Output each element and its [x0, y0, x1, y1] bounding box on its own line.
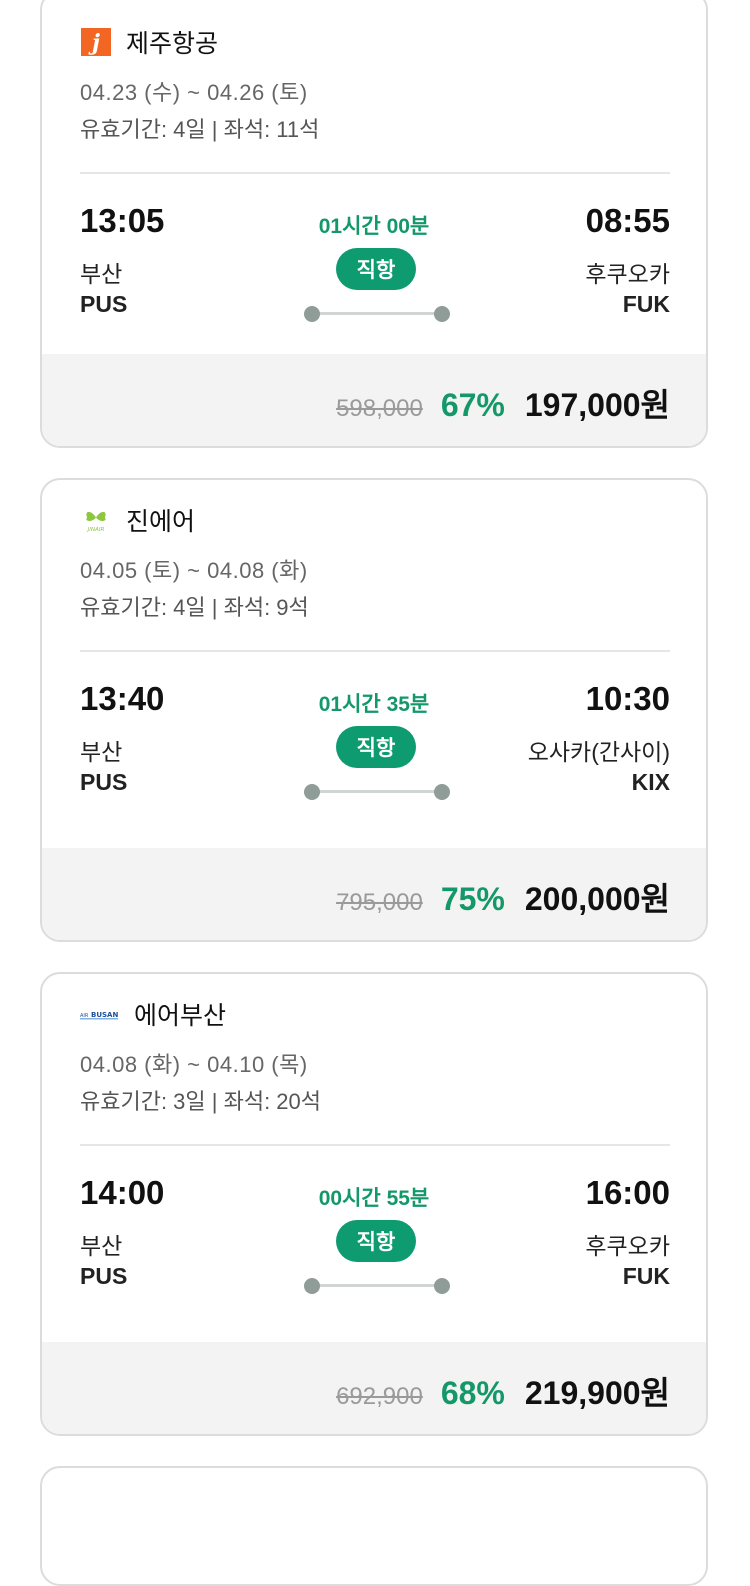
arrival-city: 오사카(간사이)	[527, 739, 670, 765]
arrival-code: KIX	[631, 769, 670, 795]
original-price: 598,000	[336, 395, 423, 422]
flight-card[interactable]	[40, 1466, 708, 1586]
airline-name: 진에어	[126, 508, 196, 536]
divider	[80, 172, 670, 174]
arrival-time: 16:00	[585, 1174, 670, 1211]
validity-seats: 유효기간: 4일 | 좌석: 11석	[80, 117, 320, 142]
discount-rate: 68%	[440, 1375, 505, 1411]
validity-seats: 유효기간: 4일 | 좌석: 9석	[80, 595, 309, 620]
departure-city: 부산	[80, 739, 123, 765]
destination-dot	[434, 784, 450, 800]
airline-name: 제주항공	[126, 30, 219, 58]
divider	[80, 650, 670, 652]
travel-dates: 04.05 (토) ~ 04.08 (화)	[80, 558, 308, 583]
svg-text:JINAIR: JINAIR	[87, 527, 105, 533]
price-bar: 598,000 67% 197,000원	[42, 354, 706, 446]
route-line	[304, 782, 450, 802]
flight-card[interactable]: AIR BUSAN 에어부산 04.08 (화) ~ 04.10 (목) 유효기…	[40, 972, 708, 1436]
airline-row: JINAIR 진에어	[80, 502, 195, 538]
final-price: 219,900원	[524, 1375, 670, 1411]
departure-city: 부산	[80, 261, 123, 287]
arrival-code: FUK	[622, 1263, 670, 1289]
airline-row: AIR BUSAN 에어부산	[80, 996, 226, 1032]
departure-code: PUS	[80, 291, 128, 317]
jinair-logo-icon: JINAIR	[80, 506, 112, 534]
discount-rate: 67%	[440, 387, 505, 423]
arrival-city: 후쿠오카	[585, 1233, 670, 1259]
divider	[80, 1144, 670, 1146]
departure-code: PUS	[80, 1263, 128, 1289]
flight-card[interactable]: JINAIR 진에어 04.05 (토) ~ 04.08 (화) 유효기간: 4…	[40, 478, 708, 942]
svg-text:BUSAN: BUSAN	[91, 1011, 118, 1019]
price-bar: 692,900 68% 219,900원	[42, 1342, 706, 1434]
origin-dot	[304, 306, 320, 322]
airline-name: 에어부산	[134, 1002, 227, 1030]
final-price: 197,000원	[524, 387, 670, 423]
travel-dates: 04.08 (화) ~ 04.10 (목)	[80, 1052, 308, 1077]
arrival-time: 10:30	[585, 680, 670, 717]
airline-row: j 제주항공	[80, 24, 218, 60]
price-row: 795,000 75% 200,000원	[336, 874, 670, 920]
price-row: 692,900 68% 219,900원	[336, 1368, 670, 1414]
original-price: 692,900	[336, 1383, 423, 1410]
origin-dot	[304, 784, 320, 800]
departure-code: PUS	[80, 769, 128, 795]
flight-card[interactable]: j 제주항공 04.23 (수) ~ 04.26 (토) 유효기간: 4일 | …	[40, 0, 708, 448]
original-price: 795,000	[336, 889, 423, 916]
route-line	[304, 304, 450, 324]
arrival-code: FUK	[622, 291, 670, 317]
discount-rate: 75%	[440, 881, 505, 917]
arrival-time: 08:55	[585, 202, 670, 239]
price-bar: 795,000 75% 200,000원	[42, 848, 706, 940]
airbusan-logo-icon: AIR BUSAN	[80, 1000, 120, 1028]
departure-city: 부산	[80, 1233, 123, 1259]
direct-badge: 직항	[336, 726, 416, 768]
destination-dot	[434, 1278, 450, 1294]
price-row: 598,000 67% 197,000원	[336, 380, 670, 426]
destination-dot	[434, 306, 450, 322]
jejuair-logo-icon: j	[80, 28, 112, 56]
direct-badge: 직항	[336, 1220, 416, 1262]
arrival-city: 후쿠오카	[585, 261, 670, 287]
validity-seats: 유효기간: 3일 | 좌석: 20석	[80, 1089, 322, 1114]
final-price: 200,000원	[524, 881, 670, 917]
travel-dates: 04.23 (수) ~ 04.26 (토)	[80, 80, 308, 105]
direct-badge: 직항	[336, 248, 416, 290]
route-line	[304, 1276, 450, 1296]
origin-dot	[304, 1278, 320, 1294]
